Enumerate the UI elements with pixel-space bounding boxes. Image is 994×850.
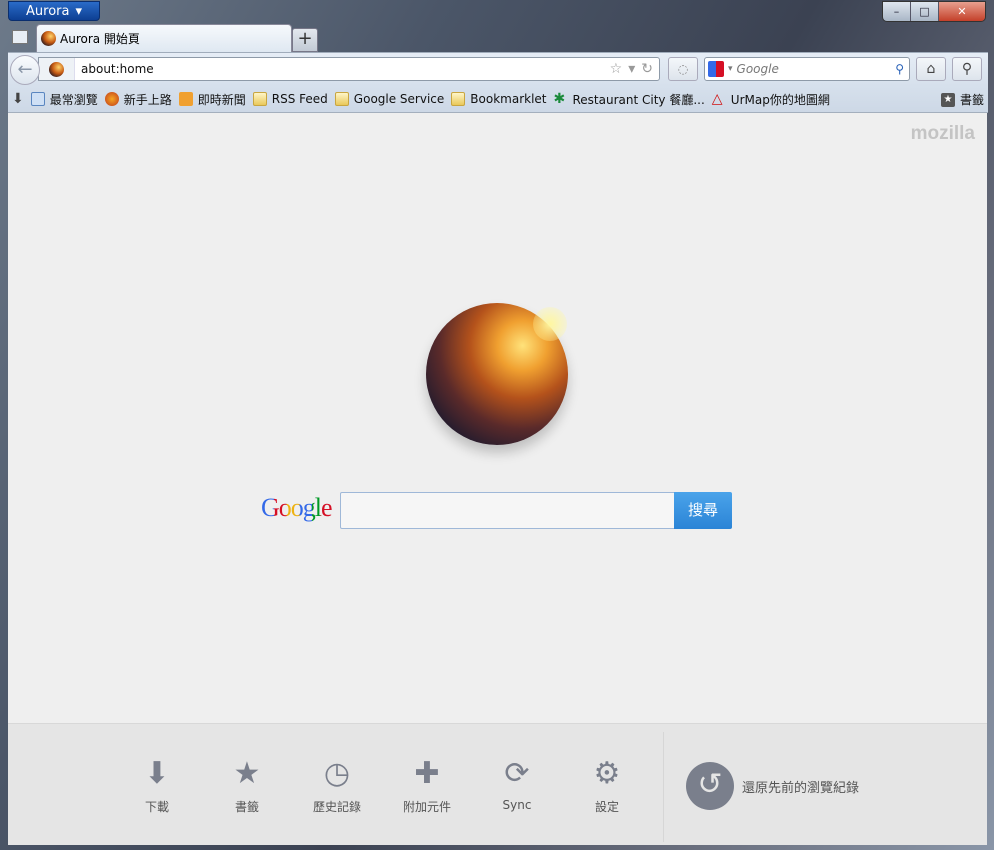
logo-glow	[533, 307, 567, 341]
download-icon: ⬇	[144, 756, 170, 791]
url-bar[interactable]: about:home ☆ ▾ ↻	[38, 57, 660, 81]
maximize-button[interactable]: □	[911, 2, 939, 21]
launcher-downloads[interactable]: ⬇ 下載	[117, 756, 197, 815]
bookmark-label: 新手上路	[123, 92, 172, 107]
sync-icon: ⟳	[504, 756, 530, 791]
bookmark-news[interactable]: 即時新聞	[178, 91, 246, 108]
google-logo-text: Google	[261, 493, 333, 522]
bookmark-getting-started[interactable]: 新手上路	[104, 91, 172, 108]
launcher-label: 設定	[594, 800, 619, 814]
bookmark-label: 最常瀏覽	[49, 92, 98, 107]
history-dropdown-icon[interactable]: ▾	[628, 61, 635, 77]
back-button[interactable]: ←	[10, 55, 40, 85]
restaurant-city-icon: ✱	[553, 91, 566, 107]
site-identity[interactable]	[39, 58, 75, 80]
bookmarks-toolbar: ⬇ 最常瀏覽 新手上路 即時新聞 RSS Feed Google Service…	[8, 86, 988, 113]
launcher-sync[interactable]: ⟳ Sync	[477, 756, 557, 812]
addons-puzzle-icon: ✚	[414, 756, 440, 791]
bookmark-rss-feed[interactable]: RSS Feed	[252, 92, 328, 106]
reload-icon[interactable]: ↻	[641, 61, 653, 77]
navigation-toolbar: about:home ☆ ▾ ↻ ← ◌ ▾ Google ⚲ ⌂ ⚲	[8, 52, 988, 86]
folder-icon	[451, 92, 466, 106]
history-clock-icon: ◷	[323, 756, 351, 791]
launcher-settings[interactable]: ⚙ 設定	[567, 756, 647, 815]
search-input[interactable]: Google	[737, 62, 892, 76]
restore-session-button[interactable]: ↺ 還原先前的瀏覽紀錄	[686, 762, 859, 810]
bookmark-label: RSS Feed	[271, 92, 328, 106]
restore-icon: ↺	[686, 762, 734, 810]
bookmark-urmap[interactable]: △ UrMap你的地圖網	[712, 91, 830, 108]
search-magnifier-icon[interactable]: ⚲	[895, 62, 904, 76]
google-engine-icon[interactable]	[708, 61, 724, 77]
search-input[interactable]	[340, 492, 675, 529]
bookmark-label: UrMap你的地圖網	[730, 92, 830, 107]
minimize-button[interactable]: –	[883, 2, 911, 21]
warning-triangle-icon: △	[711, 91, 723, 107]
aurora-favicon-icon	[49, 61, 64, 77]
aurora-label: Aurora	[26, 3, 70, 19]
folder-icon	[252, 92, 267, 106]
bookmark-label: 即時新聞	[197, 92, 246, 107]
bookmark-label: Google Service	[353, 92, 445, 106]
bookmark-label: Restaurant City 餐廳...	[572, 92, 705, 107]
launcher-divider	[663, 732, 664, 842]
download-icon[interactable]: ⬇	[12, 91, 24, 107]
aurora-favicon-icon	[41, 31, 56, 46]
tab-aurora-home[interactable]: Aurora 開始頁	[36, 24, 292, 52]
home-button[interactable]: ⌂	[916, 57, 946, 81]
bookmarks-menu-button[interactable]: ★ 書籤	[940, 91, 984, 108]
bookmarks-menu-label: 書籤	[959, 93, 984, 107]
restore-label: 還原先前的瀏覽紀錄	[742, 780, 860, 796]
launcher-addons[interactable]: ✚ 附加元件	[387, 756, 467, 815]
window-controls: – □ ✕	[882, 1, 986, 22]
launcher-label: Sync	[502, 798, 532, 812]
search-page-icon	[30, 92, 45, 106]
settings-gear-icon: ⚙	[593, 756, 621, 791]
launcher-history[interactable]: ◷ 歷史記錄	[297, 756, 377, 815]
search-bar[interactable]: ▾ Google ⚲	[704, 57, 910, 81]
tab-title: Aurora 開始頁	[60, 32, 140, 46]
aurora-menu-button[interactable]: Aurora ▾	[8, 1, 100, 21]
bookmark-bookmarklet[interactable]: Bookmarklet	[451, 92, 547, 106]
url-input[interactable]: about:home	[75, 62, 610, 76]
lamp-addon-button[interactable]: ⚲	[952, 57, 982, 81]
bookmark-star-icon: ★	[233, 756, 261, 791]
folder-icon	[334, 92, 349, 106]
launcher-label: 附加元件	[402, 800, 451, 814]
launcher-label: 書籤	[234, 800, 259, 814]
launcher-label: 歷史記錄	[312, 800, 361, 814]
launcher-bar: ⬇ 下載 ★ 書籤 ◷ 歷史記錄 ✚ 附加元件 ⟳ Sync ⚙ 設定 ↺ 還原先前的瀏覽紀錄	[8, 723, 987, 845]
mozilla-brand: mozilla	[910, 123, 975, 144]
bookmarks-star-icon: ★	[940, 92, 955, 107]
bookmark-most-visited[interactable]: 最常瀏覽	[30, 91, 98, 108]
firefox-icon	[104, 92, 119, 106]
bookmark-label: Bookmarklet	[470, 92, 547, 106]
close-button[interactable]: ✕	[939, 2, 985, 21]
search-button[interactable]: 搜尋	[674, 492, 732, 529]
tab-groups-icon[interactable]	[12, 30, 28, 44]
bookmark-star-icon[interactable]: ☆	[610, 61, 623, 77]
launcher-label: 下載	[144, 800, 169, 814]
about-home-page: mozilla Google 搜尋 ⬇ 下載 ★ 書籤 ◷ 歷史記錄 ✚ 附加元件 ⟳ S…	[8, 113, 987, 845]
tab-strip: Aurora 開始頁 +	[8, 24, 988, 52]
bookmark-restaurant-city[interactable]: ✱ Restaurant City 餐廳...	[554, 91, 705, 108]
bookmark-google-service[interactable]: Google Service	[334, 92, 445, 106]
persona-button[interactable]: ◌	[668, 57, 698, 81]
engine-dropdown-icon[interactable]: ▾	[728, 64, 733, 74]
dropdown-arrow-icon: ▾	[75, 3, 82, 19]
rss-icon	[178, 92, 193, 106]
launcher-bookmarks[interactable]: ★ 書籤	[207, 756, 287, 815]
google-logo: Google	[261, 493, 333, 523]
new-tab-button[interactable]: +	[292, 28, 318, 52]
